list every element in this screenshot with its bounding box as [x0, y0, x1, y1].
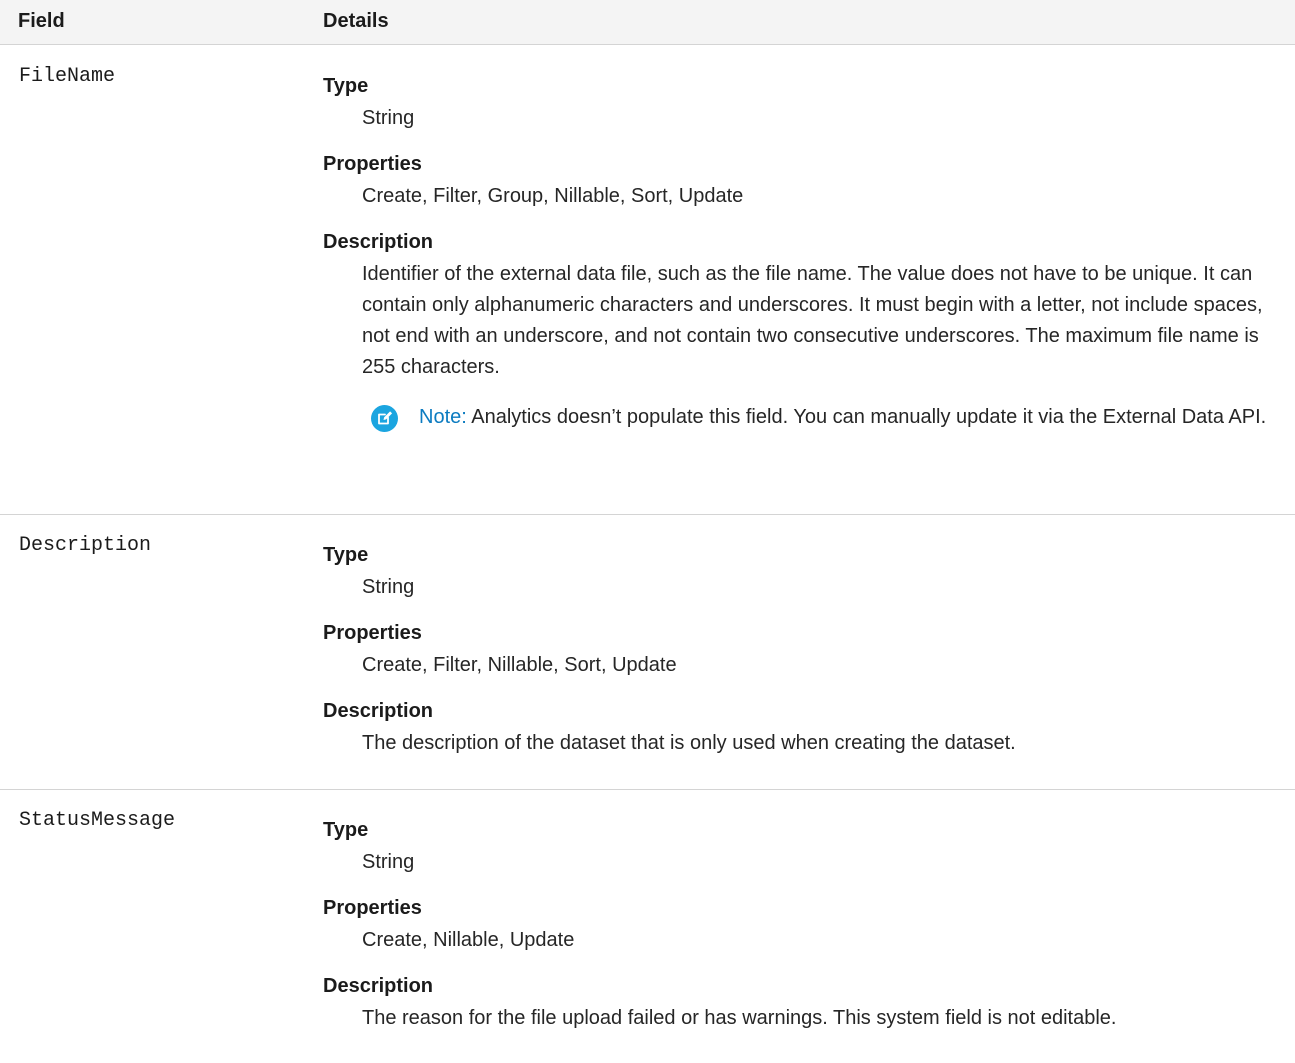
table-header: Field Details — [0, 0, 1295, 45]
type-value: String — [362, 851, 415, 873]
description-value: Identifier of the external data file, su… — [362, 263, 1263, 378]
properties-label: Properties — [323, 153, 422, 175]
properties-value: Create, Filter, Group, Nillable, Sort, U… — [362, 185, 744, 207]
field-table: Field Details FileName Type String Prope… — [0, 0, 1295, 1060]
table-row: Description Type String Properties Creat… — [0, 515, 1295, 790]
type-value: String — [362, 107, 415, 129]
type-label: Type — [323, 819, 369, 841]
field-name: Description — [19, 534, 152, 557]
header-details: Details — [323, 10, 389, 32]
description-label: Description — [323, 700, 434, 722]
field-details: Type String Properties Create, Nillable,… — [323, 817, 1289, 1034]
edit-note-icon — [371, 405, 398, 432]
header-field: Field — [18, 10, 65, 32]
description-label: Description — [323, 975, 434, 997]
note-block: Note: Analytics doesn’t populate this fi… — [323, 402, 1289, 433]
field-name: StatusMessage — [19, 809, 176, 832]
field-details: Type String Properties Create, Filter, N… — [323, 542, 1289, 759]
properties-label: Properties — [323, 897, 422, 919]
field-details: Type String Properties Create, Filter, G… — [323, 73, 1289, 433]
field-name: FileName — [19, 65, 116, 88]
description-value: The description of the dataset that is o… — [362, 732, 1016, 754]
note-text: Analytics doesn’t populate this field. Y… — [471, 406, 1267, 428]
table-row: FileName Type String Properties Create, … — [0, 45, 1295, 515]
table-row: StatusMessage Type String Properties Cre… — [0, 790, 1295, 1060]
description-value: The reason for the file upload failed or… — [362, 1007, 1117, 1029]
type-value: String — [362, 576, 415, 598]
properties-value: Create, Filter, Nillable, Sort, Update — [362, 654, 677, 676]
properties-value: Create, Nillable, Update — [362, 929, 575, 951]
properties-label: Properties — [323, 622, 422, 644]
note-label: Note: — [419, 406, 467, 428]
type-label: Type — [323, 75, 369, 97]
description-label: Description — [323, 231, 434, 253]
type-label: Type — [323, 544, 369, 566]
